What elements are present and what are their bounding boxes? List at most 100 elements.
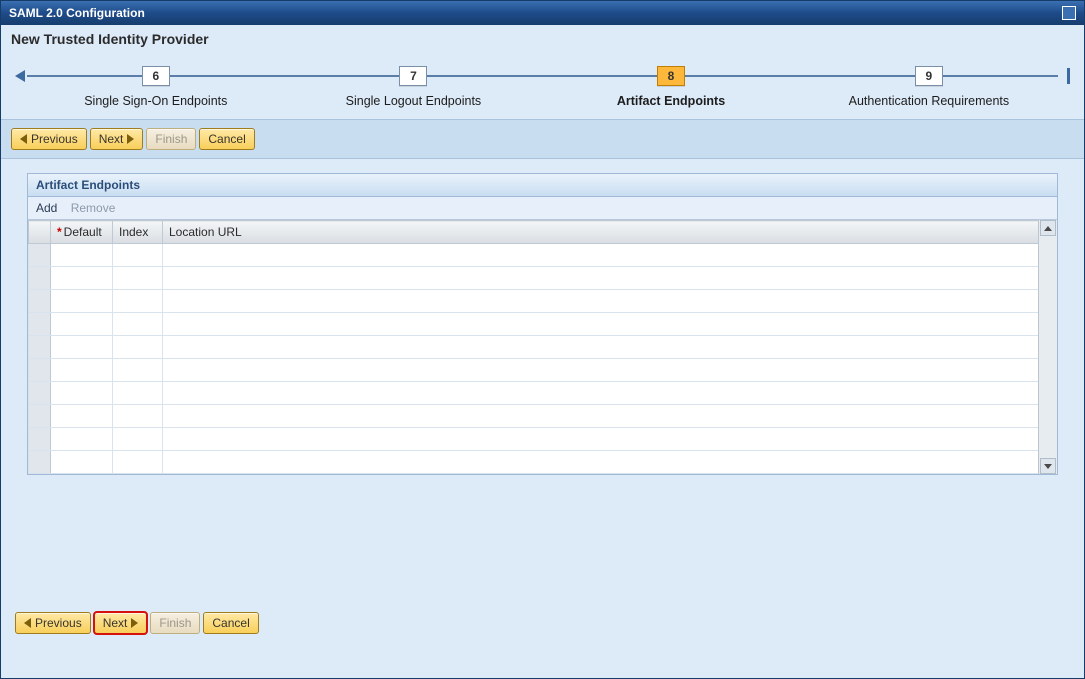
row-selector-cell[interactable] [29,451,51,474]
grid-body: *Default Index Location URL [28,220,1057,474]
triangle-down-icon [1044,464,1052,469]
table-row[interactable] [29,244,1057,267]
next-button-bottom-label: Next [103,616,128,630]
wizard-step-label: Authentication Requirements [849,94,1010,108]
cancel-button-bottom[interactable]: Cancel [203,612,258,634]
table-row[interactable] [29,290,1057,313]
next-button[interactable]: Next [90,128,144,150]
table-row[interactable] [29,336,1057,359]
finish-button-bottom: Finish [150,612,200,634]
wizard-steps: 6Single Sign-On Endpoints 7 Single Logout … [27,49,1058,108]
wizard-step-label: Artifact Endpoints [617,94,725,108]
cell-location[interactable] [163,244,1057,267]
endpoints-table: *Default Index Location URL [28,220,1057,474]
cell-location[interactable] [163,336,1057,359]
row-selector-cell[interactable] [29,244,51,267]
next-button-bottom[interactable]: Next [94,612,148,634]
cell-default[interactable] [51,359,113,382]
table-row[interactable] [29,428,1057,451]
table-body [29,244,1057,474]
cell-default[interactable] [51,290,113,313]
cell-location[interactable] [163,359,1057,382]
endpoints-grid: *Default Index Location URL [28,220,1057,474]
cell-location[interactable] [163,290,1057,313]
triangle-right-icon [127,134,134,144]
previous-button[interactable]: Previous [11,128,87,150]
table-row[interactable] [29,267,1057,290]
row-selector-cell[interactable] [29,382,51,405]
wizard-end-icon [1067,68,1070,84]
vertical-scrollbar[interactable] [1038,220,1057,474]
cell-default[interactable] [51,382,113,405]
table-header-row: *Default Index Location URL [29,221,1057,244]
cell-default[interactable] [51,405,113,428]
add-link[interactable]: Add [36,201,57,215]
row-selector-cell[interactable] [29,359,51,382]
cell-index[interactable] [113,244,163,267]
saml-config-window: SAML 2.0 Configuration New Trusted Ident… [0,0,1085,679]
panel-title: Artifact Endpoints [28,174,1057,197]
row-selector-cell[interactable] [29,267,51,290]
cell-index[interactable] [113,290,163,313]
cell-default[interactable] [51,313,113,336]
cancel-button[interactable]: Cancel [199,128,254,150]
cell-index[interactable] [113,428,163,451]
cell-location[interactable] [163,451,1057,474]
col-location: Location URL [163,221,1057,244]
row-selector-cell[interactable] [29,290,51,313]
remove-link: Remove [71,201,116,215]
cell-default[interactable] [51,428,113,451]
table-row[interactable] [29,382,1057,405]
window-title: SAML 2.0 Configuration [9,1,145,25]
table-row[interactable] [29,313,1057,336]
previous-button-label: Previous [31,132,78,146]
table-row[interactable] [29,405,1057,428]
titlebar: SAML 2.0 Configuration [1,1,1084,25]
wizard-step-box: 6 [142,66,170,86]
cell-location[interactable] [163,267,1057,290]
wizard-step-box: 9 [915,66,943,86]
cell-index[interactable] [113,336,163,359]
top-button-bar: Previous Next Finish Cancel [1,119,1084,159]
bottom-button-bar: Previous Next Finish Cancel [1,612,1084,678]
cell-default[interactable] [51,244,113,267]
row-selector-cell[interactable] [29,336,51,359]
cell-location[interactable] [163,313,1057,336]
cell-index[interactable] [113,313,163,336]
wizard-step-label: Single Logout Endpoints [346,94,482,108]
scroll-down-button[interactable] [1040,458,1056,474]
table-row[interactable] [29,359,1057,382]
wizard-step-box: 8 [657,66,685,86]
triangle-up-icon [1044,226,1052,231]
cell-location[interactable] [163,428,1057,451]
table-row[interactable] [29,451,1057,474]
cell-index[interactable] [113,267,163,290]
cancel-button-bottom-label: Cancel [212,616,249,630]
restore-window-icon[interactable] [1062,6,1076,20]
wizard-step-8[interactable]: 8 Artifact Endpoints [591,49,751,108]
cell-index[interactable] [113,451,163,474]
artifact-endpoints-panel: Artifact Endpoints Add Remove *Default [27,173,1058,475]
wizard-back-arrow-icon[interactable] [15,70,25,82]
cell-index[interactable] [113,405,163,428]
cell-default[interactable] [51,451,113,474]
cell-location[interactable] [163,382,1057,405]
wizard-step-7[interactable]: 7 Single Logout Endpoints [333,49,493,108]
wizard-step-6[interactable]: 6Single Sign-On Endpoints [76,49,236,108]
main-content: Artifact Endpoints Add Remove *Default [1,159,1084,475]
page-title: New Trusted Identity Provider [1,25,1084,49]
cell-index[interactable] [113,382,163,405]
scroll-up-button[interactable] [1040,220,1056,236]
previous-button-bottom-label: Previous [35,616,82,630]
cell-location[interactable] [163,405,1057,428]
finish-button: Finish [146,128,196,150]
wizard-step-box: 7 [399,66,427,86]
row-selector-cell[interactable] [29,313,51,336]
row-selector-cell[interactable] [29,428,51,451]
previous-button-bottom[interactable]: Previous [15,612,91,634]
row-selector-cell[interactable] [29,405,51,428]
wizard-step-9[interactable]: 9 Authentication Requirements [849,49,1010,108]
cell-default[interactable] [51,336,113,359]
cell-default[interactable] [51,267,113,290]
cell-index[interactable] [113,359,163,382]
